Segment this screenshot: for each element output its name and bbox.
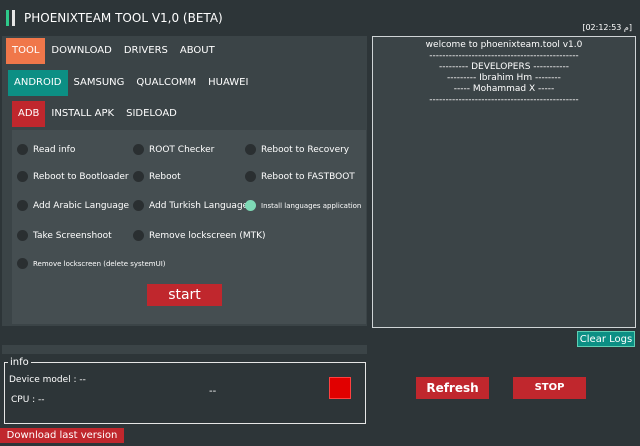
radio-icon bbox=[17, 171, 28, 182]
option-reboot-fastboot[interactable]: Reboot to FASTBOOT bbox=[245, 171, 355, 182]
option-add-turkish[interactable]: Add Turkish Language bbox=[133, 200, 248, 211]
stop-button[interactable]: STOP bbox=[513, 377, 586, 399]
radio-icon bbox=[17, 230, 28, 241]
device-model-label: Device model : -- bbox=[9, 375, 86, 385]
option-reboot-recovery[interactable]: Reboot to Recovery bbox=[245, 144, 349, 155]
option-label: Reboot bbox=[149, 171, 181, 182]
log-line: --------- DEVELOPERS ----------- bbox=[439, 62, 569, 72]
log-line: --------- Ibrahim Hm -------- bbox=[447, 73, 561, 83]
radio-icon bbox=[133, 230, 144, 241]
log-line: ----------------------------------------… bbox=[429, 95, 579, 105]
start-button[interactable]: start bbox=[147, 284, 222, 306]
info-legend: info bbox=[8, 357, 31, 368]
progress-bar bbox=[2, 345, 367, 354]
brand-tab-bar: ANDROID SAMSUNG QUALCOMM HUAWEI bbox=[8, 69, 254, 97]
radio-icon bbox=[133, 171, 144, 182]
option-reboot[interactable]: Reboot bbox=[133, 171, 181, 182]
radio-icon bbox=[17, 144, 28, 155]
radio-icon bbox=[17, 258, 28, 269]
log-panel: welcome to phoenixteam.tool v1.0 -------… bbox=[372, 36, 636, 328]
tab-qualcomm[interactable]: QUALCOMM bbox=[130, 70, 202, 96]
option-label: Reboot to Recovery bbox=[261, 144, 350, 155]
tab-download[interactable]: DOWNLOAD bbox=[45, 38, 117, 64]
radio-selected-icon bbox=[245, 200, 256, 211]
log-line: ----- Mohammad X ----- bbox=[453, 84, 555, 94]
status-indicator bbox=[329, 377, 351, 399]
option-take-screenshot[interactable]: Take Screenshoot bbox=[17, 230, 112, 241]
radio-icon bbox=[133, 144, 144, 155]
option-label: Add Arabic Language bbox=[33, 200, 130, 211]
tab-install-apk[interactable]: INSTALL APK bbox=[45, 101, 120, 127]
tab-about[interactable]: ABOUT bbox=[174, 38, 221, 64]
log-line: welcome to phoenixteam.tool v1.0 bbox=[425, 40, 583, 50]
mode-tab-bar: ADB INSTALL APK SIDELOAD bbox=[12, 100, 183, 128]
clear-logs-button[interactable]: Clear Logs bbox=[577, 331, 635, 347]
refresh-button[interactable]: Refresh bbox=[416, 377, 489, 399]
tab-sideload[interactable]: SIDELOAD bbox=[120, 101, 183, 127]
clock-display: [02:12:53 م] bbox=[582, 23, 632, 32]
option-add-arabic[interactable]: Add Arabic Language bbox=[17, 200, 129, 211]
option-remove-lockscreen-mtk[interactable]: Remove lockscreen (MTK) bbox=[133, 230, 266, 241]
tool-panel: TOOL DOWNLOAD DRIVERS ABOUT ANDROID SAMS… bbox=[2, 36, 367, 326]
status-text: -- bbox=[209, 386, 217, 397]
tab-tool[interactable]: TOOL bbox=[6, 38, 46, 64]
window-title: PHOENIXTEAM TOOL V1,0 (BETA) bbox=[24, 11, 223, 25]
info-groupbox bbox=[4, 362, 366, 424]
option-label: Read info bbox=[33, 144, 76, 155]
radio-icon bbox=[245, 171, 256, 182]
cpu-label: CPU : -- bbox=[11, 395, 45, 405]
title-bar: PHOENIXTEAM TOOL V1,0 (BETA) [02:12:53 م… bbox=[0, 0, 640, 34]
option-label: ROOT Checker bbox=[149, 144, 215, 155]
option-reboot-bootloader[interactable]: Reboot to Bootloader bbox=[17, 171, 129, 182]
option-label: Reboot to FASTBOOT bbox=[261, 171, 355, 182]
option-label: Remove lockscreen (delete systemUI) bbox=[33, 259, 166, 268]
option-remove-lockscreen-systemui[interactable]: Remove lockscreen (delete systemUI) bbox=[17, 258, 166, 269]
option-root-checker[interactable]: ROOT Checker bbox=[133, 144, 214, 155]
radio-icon bbox=[17, 200, 28, 211]
tab-android[interactable]: ANDROID bbox=[8, 70, 68, 96]
app-logo-icon bbox=[6, 10, 16, 26]
radio-icon bbox=[133, 200, 144, 211]
option-label: Reboot to Bootloader bbox=[33, 171, 129, 182]
option-label: Install languages application bbox=[261, 201, 362, 210]
option-label: Add Turkish Language bbox=[149, 200, 249, 211]
log-line: ----------------------------------------… bbox=[429, 51, 579, 61]
option-read-info[interactable]: Read info bbox=[17, 144, 75, 155]
option-label: Remove lockscreen (MTK) bbox=[149, 230, 266, 241]
tab-huawei[interactable]: HUAWEI bbox=[202, 70, 254, 96]
option-install-languages[interactable]: Install languages application bbox=[245, 200, 361, 211]
tab-drivers[interactable]: DRIVERS bbox=[118, 38, 174, 64]
tab-adb[interactable]: ADB bbox=[12, 101, 46, 127]
option-label: Take Screenshoot bbox=[33, 230, 112, 241]
tab-samsung[interactable]: SAMSUNG bbox=[68, 70, 131, 96]
radio-icon bbox=[245, 144, 256, 155]
main-tab-bar: TOOL DOWNLOAD DRIVERS ABOUT bbox=[6, 37, 221, 65]
download-last-version-button[interactable]: Download last version bbox=[0, 428, 124, 443]
